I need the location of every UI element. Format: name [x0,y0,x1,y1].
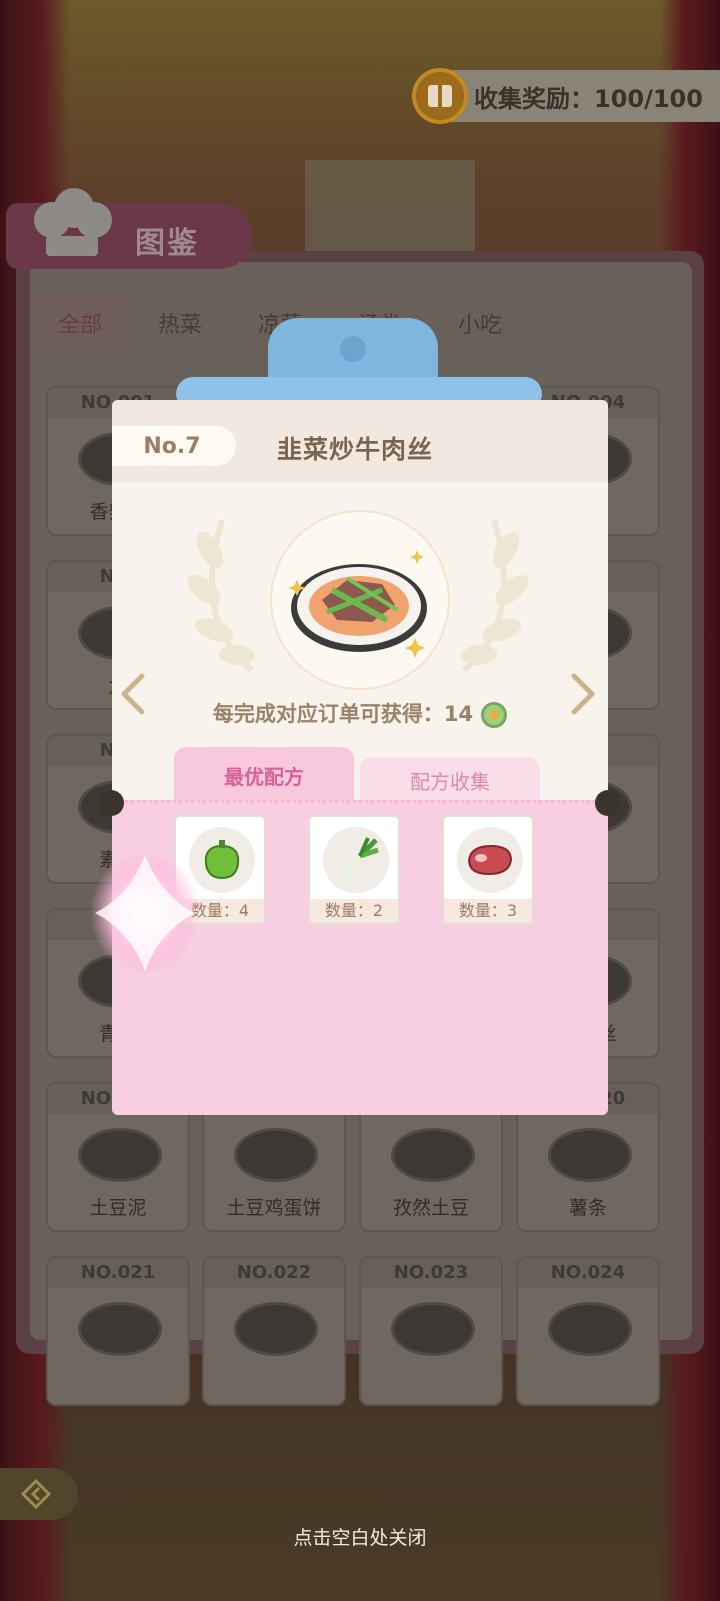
tab-all[interactable]: 全部 [30,295,130,351]
back-arrow-icon [20,1478,52,1510]
green-pepper-icon [204,840,240,880]
dish-card-plate [391,1302,475,1356]
collection-reward-bar[interactable]: 收集奖励：100/100 [412,68,720,124]
dish-card-number: NO.021 [48,1258,188,1288]
clipboard-pin-right [595,790,621,816]
dish-card-plate [234,1302,318,1356]
ingredient-card[interactable]: 数量：2 [308,815,400,925]
clipboard-pin-left [98,790,124,816]
tab-best-recipe[interactable]: 最优配方 [174,747,354,803]
dish-card-plate [78,1128,162,1182]
beef-icon [467,844,513,876]
dish-card-name: 土豆泥 [89,1197,147,1219]
collection-reward-text: 收集奖励：100/100 [474,84,703,113]
ingredient-card[interactable]: 数量：3 [442,815,534,925]
dish-card-plate [548,1302,632,1356]
dish-card-plate [548,1128,632,1182]
dish-detail-modal: No.7 韭菜炒牛肉丝 每完成对应订单可获得：14 最优配方 配方收集 数量：4… [112,400,608,1115]
catalog-title: 图鉴 [135,226,199,261]
order-reward-text: 每完成对应订单可获得：14 [212,702,474,726]
sparkle-effect-icon [90,851,200,975]
tab-snacks[interactable]: 小吃 [430,295,530,351]
dish-card-name: 孜然土豆 [392,1197,469,1219]
tab-recipe-collection[interactable]: 配方收集 [360,757,540,803]
close-hint[interactable]: 点击空白处关闭 [0,1523,720,1550]
dish-card-name: 土豆鸡蛋饼 [226,1197,322,1219]
dish-card-number: NO.024 [518,1258,658,1288]
dish-card-number: NO.022 [204,1258,344,1288]
tab-hot-dishes[interactable]: 热菜 [130,295,230,351]
dish-image [288,550,427,658]
dish-card[interactable]: NO.022 [202,1256,346,1406]
dish-card-name: 薯条 [568,1197,607,1219]
chef-hat-icon [30,188,114,260]
dish-card-plate [391,1128,475,1182]
back-button[interactable] [0,1468,78,1520]
ingredient-quantity: 数量：3 [444,899,532,923]
laurel-left-icon [187,519,255,673]
dish-number: No.7 [112,426,236,466]
dish-card[interactable]: NO.023 [359,1256,503,1406]
next-dish-arrow-icon[interactable] [568,672,598,716]
dish-card-plate [234,1128,318,1182]
dish-card[interactable]: NO.024 [516,1256,660,1406]
ingredient-quantity: 数量：2 [310,899,398,923]
coin-icon [481,702,508,728]
leek-icon [336,837,379,884]
laurel-right-icon [461,519,529,673]
dish-card[interactable]: NO.021 [46,1256,190,1406]
previous-dish-arrow-icon[interactable] [118,672,148,716]
dish-card-plate [78,1302,162,1356]
modal-header: No.7 韭菜炒牛肉丝 [112,400,608,482]
gift-icon[interactable] [412,68,468,124]
dish-card-number: NO.023 [361,1258,501,1288]
recipe-tabs: 最优配方 配方收集 [174,747,544,803]
dish-name: 韭菜炒牛肉丝 [277,435,434,464]
order-reward-line: 每完成对应订单可获得：14 [112,698,608,728]
